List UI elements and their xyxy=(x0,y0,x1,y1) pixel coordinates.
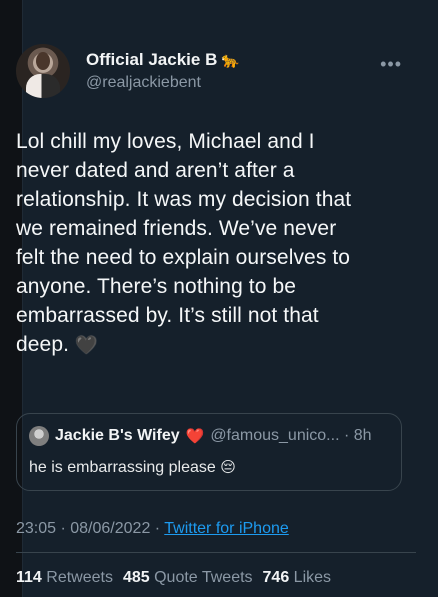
tweet-line: we remained friends. We’ve never xyxy=(16,217,337,240)
quoted-tweet-header: Jackie B's Wifey ❤️ @famous_unico... · 8… xyxy=(29,426,372,446)
quoted-author-handle-time: @famous_unico... · 8h xyxy=(210,427,372,444)
tweet-line: felt the need to explain ourselves to xyxy=(16,246,351,269)
avatar-body xyxy=(26,74,60,98)
black-heart-emoji-icon: 🖤 xyxy=(75,335,98,355)
likes-count: 746 xyxy=(262,569,290,586)
quoted-author-avatar xyxy=(29,426,49,446)
tweet-line: Lol chill my loves, Michael and I xyxy=(16,130,315,153)
avatar-head xyxy=(36,52,50,70)
stats-divider xyxy=(16,552,416,553)
tweet-text: Lol chill my loves, Michael and I never … xyxy=(16,127,406,360)
quoted-tweet[interactable]: Jackie B's Wifey ❤️ @famous_unico... · 8… xyxy=(16,413,402,491)
tweet-header: Official Jackie B 🐆 @realjackiebent ••• xyxy=(16,44,406,114)
leopard-emoji-icon: 🐆 xyxy=(221,52,241,69)
red-heart-emoji-icon: ❤️ xyxy=(185,428,205,445)
screenshot-frame: Official Jackie B 🐆 @realjackiebent ••• … xyxy=(0,0,438,597)
tweet-line: deep. xyxy=(16,333,70,356)
author-avatar[interactable] xyxy=(16,44,70,98)
tweet-line: relationship. It was my decision that xyxy=(16,188,352,211)
tweet-meta: 23:05 · 08/06/2022 · Twitter for iPhone xyxy=(16,520,289,538)
quoted-tweet-text: he is embarrassing please xyxy=(29,459,216,476)
pensive-face-emoji-icon: 😔 xyxy=(220,459,236,476)
tweet-timestamp[interactable]: 23:05 · 08/06/2022 · xyxy=(16,520,164,537)
tweet-line: embarrassed by. It’s still not that xyxy=(16,304,319,327)
retweets-count: 114 xyxy=(16,569,42,586)
retweets-stat[interactable]: 114 Retweets xyxy=(16,569,113,586)
author-handle[interactable]: @realjackiebent xyxy=(86,74,201,92)
author-name-row[interactable]: Official Jackie B 🐆 xyxy=(86,50,240,70)
tweet-stats: 114 Retweets 485 Quote Tweets 746 Likes xyxy=(16,569,331,587)
quoted-author-name: Jackie B's Wifey xyxy=(55,427,180,444)
quote-tweets-count: 485 xyxy=(122,569,150,586)
likes-stat[interactable]: 746 Likes xyxy=(263,569,332,586)
quote-tweets-stat[interactable]: 485 Quote Tweets xyxy=(123,569,253,586)
quote-tweets-label: Quote Tweets xyxy=(149,569,253,586)
tweet-line: anyone. There’s nothing to be xyxy=(16,275,297,298)
more-options-icon[interactable]: ••• xyxy=(380,54,402,75)
author-display-name[interactable]: Official Jackie B xyxy=(86,50,217,70)
tweet-line-last: deep. 🖤 xyxy=(16,330,406,360)
retweets-label: Retweets xyxy=(41,569,113,586)
likes-label: Likes xyxy=(289,569,332,586)
tweet-line: never dated and aren’t after a xyxy=(16,159,295,182)
tweet-source-link[interactable]: Twitter for iPhone xyxy=(164,520,289,537)
quoted-tweet-text-row: he is embarrassing please 😔 xyxy=(29,458,236,477)
